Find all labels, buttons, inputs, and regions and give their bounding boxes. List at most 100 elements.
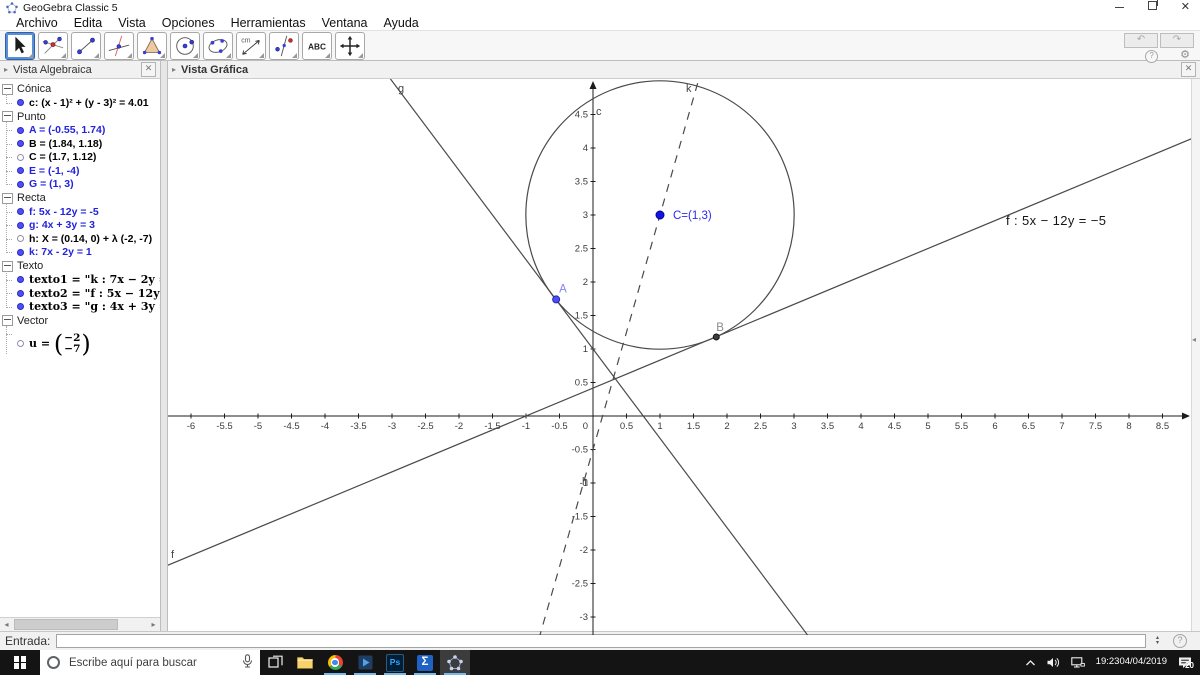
visibility-bullet[interactable] <box>17 248 24 256</box>
tool-point[interactable] <box>38 31 68 60</box>
visibility-bullet[interactable] <box>17 167 24 175</box>
visibility-bullet[interactable] <box>17 340 24 347</box>
algebra-item[interactable]: c: (x - 1)² + (y - 3)² = 4.01 <box>0 96 160 110</box>
algebra-item[interactable]: texto2 = "f : 5x − 12y = −5 <box>0 287 160 301</box>
redo-button[interactable]: ↷ <box>1160 33 1194 48</box>
tool-polygon[interactable] <box>137 31 167 60</box>
tool-move-view[interactable] <box>335 31 365 60</box>
algebra-section-punto[interactable]: Punto <box>0 110 160 124</box>
visibility-bullet[interactable] <box>17 221 24 229</box>
tool-measure[interactable]: cm <box>236 31 266 60</box>
collapse-icon[interactable] <box>2 315 13 326</box>
tool-text[interactable]: ABC <box>302 31 332 60</box>
visibility-bullet[interactable] <box>17 180 24 188</box>
menu-edita[interactable]: Edita <box>66 16 111 30</box>
menu-herramientas[interactable]: Herramientas <box>223 16 314 30</box>
input-help-icon[interactable]: ? <box>1173 634 1187 648</box>
graphics-panel-arrow-icon[interactable]: ▸ <box>172 65 176 74</box>
tool-perpendicular[interactable] <box>104 31 134 60</box>
line-g[interactable] <box>168 79 1193 635</box>
undo-button[interactable]: ↶ <box>1124 33 1158 48</box>
close-button[interactable]: ✕ <box>1181 1 1190 13</box>
algebra-item[interactable]: k: 7x - 2y = 1 <box>0 246 160 260</box>
collapse-icon[interactable] <box>2 260 13 272</box>
algebra-panel-close-icon[interactable]: ✕ <box>141 62 156 77</box>
algebra-item[interactable]: A = (-0.55, 1.74) <box>0 124 160 138</box>
graphics-panel-close-icon[interactable]: ✕ <box>1181 62 1196 77</box>
menu-ayuda[interactable]: Ayuda <box>376 16 427 30</box>
line-f[interactable] <box>168 137 1193 566</box>
visibility-bullet[interactable] <box>17 153 24 161</box>
taskbar-clock[interactable]: 19:23 04/04/2019 <box>1096 657 1167 668</box>
point-C[interactable] <box>655 210 665 220</box>
menu-vista[interactable]: Vista <box>110 16 154 30</box>
algebra-item[interactable]: h: X = (0.14, 0) + λ (-2, -7) <box>0 232 160 246</box>
collapse-icon[interactable] <box>2 192 13 204</box>
visibility-bullet[interactable] <box>17 126 24 134</box>
algebra-horizontal-scrollbar[interactable]: ◂ ▸ <box>0 617 160 631</box>
algebra-item[interactable]: C = (1.7, 1.12) <box>0 151 160 165</box>
start-button[interactable] <box>0 650 40 675</box>
menu-archivo[interactable]: Archivo <box>8 16 66 30</box>
collapse-icon[interactable] <box>2 111 13 122</box>
gear-icon[interactable]: ⚙ <box>1180 50 1190 63</box>
algebra-section-vector[interactable]: Vector <box>0 314 160 328</box>
algebra-item[interactable]: f: 5x - 12y = -5 <box>0 205 160 219</box>
collapse-handle-icon[interactable]: ◂ <box>1192 335 1196 344</box>
taskbar-app-task-view[interactable] <box>260 650 290 675</box>
scroll-left-icon[interactable]: ◂ <box>0 619 13 631</box>
taskbar-app-file-explorer[interactable] <box>290 650 320 675</box>
menu-ventana[interactable]: Ventana <box>314 16 376 30</box>
microphone-icon[interactable] <box>242 654 253 671</box>
algebra-item[interactable]: E = (-1, -4) <box>0 164 160 178</box>
point-A[interactable] <box>552 295 561 304</box>
algebra-item[interactable]: texto1 = "k : 7x − 2y = 1 <box>0 273 160 287</box>
tool-conic[interactable] <box>203 31 233 60</box>
algebra-input-field[interactable] <box>56 634 1146 648</box>
restore-button[interactable] <box>1147 0 1158 13</box>
minimize-button[interactable] <box>1114 1 1124 13</box>
taskbar-app-sigma[interactable]: Σ <box>410 650 440 675</box>
taskbar-app-geogebra[interactable] <box>440 650 470 675</box>
volume-icon[interactable] <box>1047 657 1060 668</box>
visibility-bullet[interactable] <box>17 303 24 311</box>
visibility-bullet[interactable] <box>17 289 24 297</box>
tool-line[interactable] <box>71 31 101 60</box>
visibility-bullet[interactable] <box>17 276 24 284</box>
visibility-bullet[interactable] <box>17 235 24 243</box>
tool-move[interactable] <box>5 31 35 60</box>
algebra-section-texto[interactable]: Texto <box>0 259 160 273</box>
tool-reflect[interactable] <box>269 31 299 60</box>
scroll-right-icon[interactable]: ▸ <box>147 619 160 631</box>
algebra-section-cónica[interactable]: Cónica <box>0 82 160 96</box>
input-history-stepper[interactable]: ▴ ▾ <box>1156 635 1159 646</box>
network-icon[interactable] <box>1070 657 1085 668</box>
menu-bar: Archivo Edita Vista Opciones Herramientas Ven… <box>0 15 1200 30</box>
taskbar-app-movies-tv[interactable] <box>350 650 380 675</box>
action-center-icon[interactable]: 20 <box>1178 656 1194 670</box>
help-icon[interactable]: ? <box>1145 50 1159 63</box>
algebra-item[interactable]: B = (1.84, 1.18) <box>0 137 160 151</box>
taskbar-app-chrome[interactable] <box>320 650 350 675</box>
scrollbar-thumb[interactable] <box>14 619 118 630</box>
algebra-item[interactable]: u = (−2 −7) <box>0 328 160 360</box>
algebra-panel-arrow-icon[interactable]: ▸ <box>4 65 8 74</box>
tool-circle[interactable] <box>170 31 200 60</box>
panel-splitter[interactable] <box>161 61 168 631</box>
graphics-canvas[interactable]: -6 -5.5 -5 -4.5 -4 -3.5 -3 -2.5 -2 -1.5 -1 -0.5 0.5 1… <box>168 79 1193 635</box>
line-k[interactable] <box>168 79 1193 635</box>
visibility-bullet[interactable] <box>17 140 24 148</box>
visibility-bullet[interactable] <box>17 99 24 107</box>
point-B[interactable] <box>712 333 720 341</box>
tray-chevron-icon[interactable] <box>1025 659 1036 667</box>
taskbar-app-photoshop[interactable]: Ps <box>380 650 410 675</box>
menu-opciones[interactable]: Opciones <box>154 16 223 30</box>
algebra-item[interactable]: texto3 = "g : 4x + 3y = 3 <box>0 300 160 314</box>
algebra-section-recta[interactable]: Recta <box>0 191 160 205</box>
algebra-item[interactable]: g: 4x + 3y = 3 <box>0 219 160 233</box>
collapse-icon[interactable] <box>2 83 13 95</box>
visibility-bullet[interactable] <box>17 208 24 216</box>
algebra-item[interactable]: G = (1, 3) <box>0 178 160 192</box>
graphics-canvas-area[interactable]: -6 -5.5 -5 -4.5 -4 -3.5 -3 -2.5 -2 -1.5 -1 -0.5 0.5 1… <box>168 79 1200 635</box>
taskbar-search-box[interactable]: Escribe aquí para buscar <box>40 650 260 675</box>
